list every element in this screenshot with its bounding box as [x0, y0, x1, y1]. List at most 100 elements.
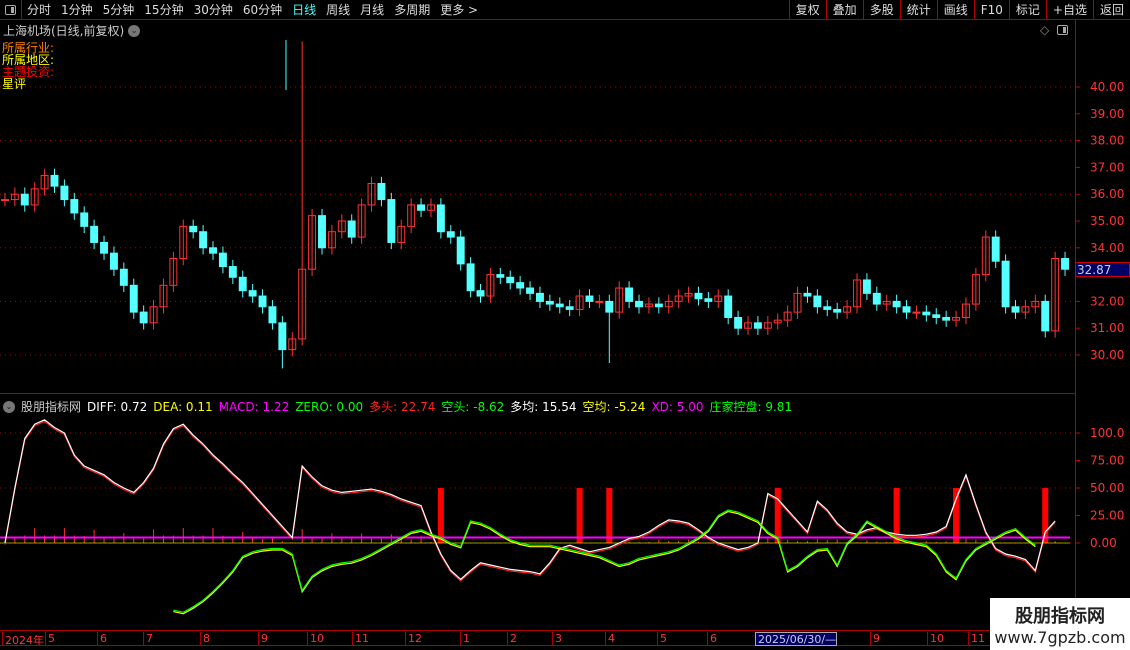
indicator-value: 多均: 15.54 [510, 400, 577, 414]
watermark-url: www.7gpzb.com [994, 628, 1126, 647]
candle-body [595, 300, 604, 303]
candle-body [912, 311, 921, 314]
sub-tick-label: 100.0 [1090, 426, 1124, 440]
date-label: 6 [707, 632, 717, 646]
indicator-name[interactable]: 股朋指标网 [21, 398, 81, 415]
candle-body [248, 290, 257, 297]
candle-body [189, 225, 198, 233]
candle-body [535, 292, 544, 302]
candle-body [278, 322, 287, 351]
date-label: 4 [605, 632, 615, 646]
candle-body [209, 247, 217, 254]
candle-body [545, 300, 554, 305]
candle-body [60, 185, 69, 201]
candle-body [1011, 306, 1020, 313]
candle-body [466, 263, 475, 292]
candle-body [199, 231, 208, 249]
candle-body [694, 292, 703, 300]
candle-body [724, 295, 733, 318]
price-axis-line [1075, 20, 1076, 630]
candle-body [1041, 300, 1050, 332]
date-label: 5 [45, 632, 55, 646]
candle-body [0, 199, 9, 202]
date-label: 11 [352, 632, 369, 646]
pane-separator[interactable] [0, 393, 1075, 394]
chevron-down-icon[interactable]: ⌄ [3, 400, 15, 413]
candle-body [734, 316, 743, 329]
chart-canvas[interactable]: 40.0039.0038.0037.0036.0035.0034.0032.00… [0, 0, 1130, 650]
indicator-value: 空头: -8.62 [441, 400, 505, 414]
candle-body [991, 236, 1000, 262]
candle-body [218, 252, 227, 268]
date-label: 1 [460, 632, 470, 646]
candle-body [872, 292, 881, 305]
candle-body [20, 193, 29, 206]
kongtou-line [173, 509, 1036, 613]
date-label: 8 [200, 632, 210, 646]
candle-body [258, 295, 267, 308]
candle-body [565, 306, 574, 310]
signal-bar [774, 488, 781, 543]
candle-body [753, 322, 762, 329]
date-label: 2 [507, 632, 517, 646]
sub-tick-label: 50.00 [1090, 481, 1124, 495]
candle-body [377, 182, 386, 201]
candle-body [892, 300, 901, 308]
date-label: 3 [552, 632, 562, 646]
date-label: 5 [657, 632, 667, 646]
candle-body [833, 308, 842, 313]
price-tick-label: 31.00 [1090, 321, 1124, 335]
candle-body [922, 311, 931, 316]
candle-body [417, 204, 426, 211]
candle-body [318, 215, 326, 249]
candle-body [516, 282, 525, 289]
date-label: 2025/06/30/— [755, 632, 838, 646]
candle-body [228, 266, 237, 278]
candle-body [526, 287, 535, 294]
candle-body [436, 204, 445, 233]
price-tick-label: 30.00 [1090, 348, 1124, 362]
date-axis: 2024年 5 6 7 8 9 10 11 12 1 2 3 4 5 6 2025/06/30/— 9 10 11 [0, 630, 1075, 647]
price-tick-label: 39.00 [1090, 107, 1124, 121]
candle-body [654, 303, 663, 308]
candle-body [555, 303, 564, 308]
indicator-value: DIFF: 0.72 [87, 399, 148, 414]
candle-body [823, 306, 832, 310]
candle-body [625, 287, 634, 302]
price-tick-label: 36.00 [1090, 187, 1124, 201]
price-tick-label: 37.00 [1090, 160, 1124, 174]
date-label: 10 [927, 632, 944, 646]
candle-body [476, 290, 485, 297]
signal-bar [576, 488, 583, 543]
candle-body [268, 306, 277, 324]
candle-body [635, 300, 643, 308]
candle-body [585, 295, 594, 302]
candle-body [139, 311, 148, 324]
sub-tick-label: 75.00 [1090, 454, 1124, 468]
candle-body [70, 199, 79, 214]
indicator-value: 空均: -5.24 [582, 400, 646, 414]
candle-body [902, 306, 911, 313]
candle-body [238, 276, 247, 292]
indicator-value: XD: 5.00 [651, 399, 704, 414]
candle-body [496, 274, 505, 278]
signal-bar [437, 488, 444, 543]
candle-body [129, 284, 138, 313]
candle-body [1061, 258, 1070, 270]
price-tick-label: 40.00 [1090, 80, 1124, 94]
candle-body [862, 279, 871, 294]
date-label: 9 [870, 632, 880, 646]
date-label: 2024年 [2, 632, 44, 647]
candle-body [109, 252, 118, 270]
candle-body [456, 236, 465, 265]
candle-body [119, 268, 128, 286]
candle-body [942, 316, 951, 321]
price-tick-label: 34.00 [1090, 241, 1124, 255]
current-price-tag: 32.87 [1075, 262, 1130, 277]
watermark: 股朋指标网 www.7gpzb.com [990, 598, 1130, 650]
candle-body [704, 298, 713, 302]
candle-body [803, 292, 812, 297]
candle-body [90, 225, 99, 243]
price-tick-label: 32.00 [1090, 294, 1124, 308]
candle-body [347, 220, 356, 238]
